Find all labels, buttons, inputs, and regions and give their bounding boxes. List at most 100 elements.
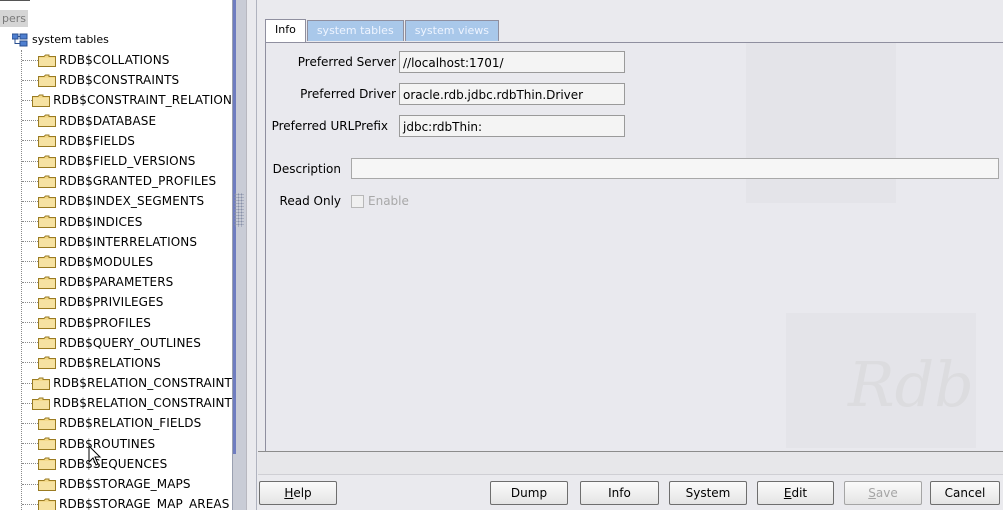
tree-item-label: RDB$PARAMETERS [59, 275, 174, 290]
tree-item-table[interactable]: RDB$FIELD_VERSIONS [0, 151, 232, 171]
splitter-grip-icon[interactable] [234, 193, 244, 227]
tree-branch-line [22, 402, 33, 404]
tree-item-label: RDB$STORAGE_MAPS [59, 477, 191, 492]
tree-item-table[interactable]: RDB$CONSTRAINTS [0, 70, 232, 90]
tree-item-table[interactable]: RDB$PARAMETERS [0, 272, 232, 292]
tree-branch-line [22, 241, 38, 243]
info-panel: Rdb Preferred Server //localhost:1701/ P… [265, 42, 1003, 451]
folder-icon [38, 215, 56, 229]
tree-item-table[interactable]: RDB$STORAGE_MAPS [0, 474, 232, 494]
tree-item-label: RDB$CONSTRAINTS [59, 73, 180, 88]
folder-icon [38, 255, 56, 269]
tree-item-table[interactable]: RDB$PROFILES [0, 312, 232, 332]
tree-item-label: RDB$MODULES [59, 254, 154, 269]
watermark-block [746, 43, 896, 203]
folder-icon [38, 134, 56, 148]
tree-branch-line [22, 59, 38, 61]
preferred-urlprefix-row: Preferred URLPrefix jdbc:rdbThin: [266, 115, 625, 137]
tree-item-table[interactable]: RDB$MODULES [0, 252, 232, 272]
folder-icon [38, 155, 56, 168]
read-only-row: Read Only Enable [266, 194, 409, 208]
folder-icon [38, 54, 56, 67]
tree-item-table[interactable]: RDB$ROUTINES [0, 434, 232, 454]
system-button[interactable]: System [669, 481, 747, 505]
tab-strip: Info system tables system views [265, 19, 500, 42]
tree-item-table[interactable]: RDB$INTERRELATIONS [0, 232, 232, 252]
tree-item-table[interactable]: RDB$GRANTED_PROFILES [0, 171, 232, 191]
tree-item-label: RDB$PROFILES [59, 315, 151, 330]
tree-item-table[interactable]: RDB$RELATION_CONSTRAINT [0, 393, 232, 413]
tree-item-label: RDB$PRIVILEGES [59, 295, 164, 310]
rdb-watermark: Rdb [847, 348, 974, 421]
tree-item-pers[interactable]: pers [0, 10, 29, 27]
tree-branch-line [22, 160, 38, 162]
folder-icon [38, 276, 56, 289]
cancel-button[interactable]: Cancel [930, 481, 1000, 505]
folder-icon [38, 437, 56, 451]
tree-item-table[interactable]: RDB$CONSTRAINT_RELATION [0, 90, 232, 110]
tree-item-table[interactable]: RDB$SEQUENCES [0, 454, 232, 474]
tree-branch-line [22, 200, 38, 202]
tree-item-label: RDB$RELATIONS [59, 355, 161, 370]
tree-item-table[interactable]: RDB$QUERY_OUTLINES [0, 333, 232, 353]
folder-icon [38, 457, 56, 471]
tree-item-table[interactable]: RDB$PRIVILEGES [0, 292, 232, 312]
tree-branch-line [22, 301, 38, 303]
folder-icon [38, 235, 56, 249]
tree-branch-line [22, 382, 33, 384]
tree-item-table[interactable]: RDB$DATABASE [0, 111, 232, 131]
dump-button[interactable]: Dump [490, 481, 568, 505]
tree-branch-line [22, 342, 38, 344]
description-label: Description [272, 161, 341, 176]
pane-splitter[interactable] [232, 0, 246, 510]
tree-item-table[interactable]: RDB$INDEX_SEGMENTS [0, 191, 232, 211]
tree-branch-line [22, 281, 38, 283]
tree-item-label: RDB$CONSTRAINT_RELATION [53, 93, 232, 108]
tree-item-label: RDB$QUERY_OUTLINES [59, 335, 201, 350]
edit-button[interactable]: Edit [757, 481, 834, 505]
folder-icon [38, 316, 56, 330]
tree-item-label: RDB$INDICES [59, 214, 143, 229]
save-button[interactable]: Save [844, 481, 922, 505]
help-button[interactable]: Help [259, 481, 337, 505]
tree-item-table[interactable]: RDB$FIELDS [0, 131, 232, 151]
tree-pane: pers system tables RDB$COLLATIONS RDB$CON… [0, 0, 232, 510]
tree-branch-line [22, 180, 38, 182]
folder-icon [38, 114, 56, 128]
tree-branch-line [22, 221, 38, 223]
tree-item-table[interactable]: RDB$RELATIONS [0, 353, 232, 373]
folder-icon [32, 377, 51, 390]
preferred-driver-field[interactable]: oracle.rdb.jdbc.rdbThin.Driver [399, 83, 625, 105]
tree-item-label: RDB$RELATION_CONSTRAINT [53, 376, 232, 391]
tree-branch-line [22, 79, 38, 81]
tree-item-label: RDB$SEQUENCES [59, 456, 168, 471]
info-button[interactable]: Info [580, 481, 659, 505]
description-field[interactable] [351, 158, 999, 179]
tree-branch-line [22, 443, 38, 445]
description-row: Description [266, 158, 999, 179]
tree-scrollbar[interactable] [233, 0, 236, 454]
preferred-urlprefix-field[interactable]: jdbc:rdbThin: [399, 115, 625, 137]
tree-item-table[interactable]: RDB$COLLATIONS [0, 50, 232, 70]
tab-info[interactable]: Info [265, 19, 306, 42]
tree-list: RDB$COLLATIONS RDB$CONSTRAINTS RDB$CONSTRA… [0, 50, 232, 510]
enable-checkbox[interactable] [351, 194, 364, 208]
tree-branch-line [22, 483, 38, 485]
mouse-cursor-icon [88, 444, 102, 470]
tab-system-views[interactable]: system views [404, 20, 500, 41]
preferred-urlprefix-label: Preferred URLPrefix [271, 119, 388, 133]
folder-icon [32, 94, 51, 107]
tree-branch-line [22, 422, 38, 424]
tree-item-table[interactable]: RDB$RELATION_FIELDS [0, 413, 232, 433]
tree-branch-line [22, 463, 38, 465]
preferred-server-label: Preferred Server [297, 55, 396, 69]
tree-branch-line [22, 503, 38, 505]
tree-item-table[interactable]: RDB$INDICES [0, 212, 232, 232]
tree-item-table[interactable]: RDB$RELATION_CONSTRAINT [0, 373, 232, 393]
tree-item-label: RDB$GRANTED_PROFILES [59, 174, 217, 189]
tree-root-system-tables[interactable]: system tables [0, 30, 109, 50]
tab-system-tables[interactable]: system tables [306, 20, 404, 41]
preferred-server-field[interactable]: //localhost:1701/ [399, 51, 625, 73]
tree-item-table[interactable]: RDB$STORAGE_MAP_AREAS [0, 494, 232, 510]
tree-branch-line [22, 99, 33, 101]
